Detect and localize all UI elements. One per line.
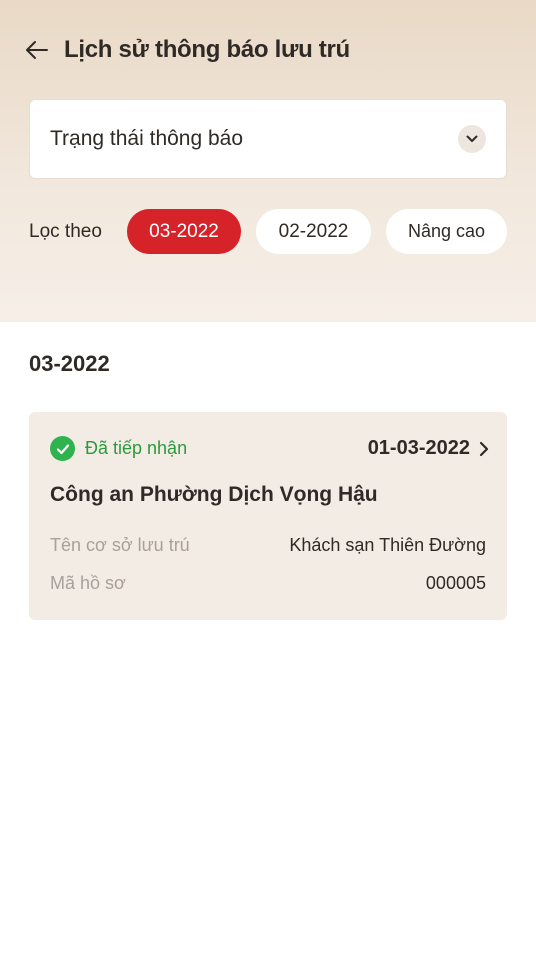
filter-label: Lọc theo bbox=[29, 220, 102, 242]
info-label: Tên cơ sở lưu trú bbox=[50, 535, 190, 555]
status-select-label: Trạng thái thông báo bbox=[50, 127, 244, 150]
page-title: Lịch sử thông báo lưu trú bbox=[64, 36, 350, 63]
card-date: 01-03-2022 bbox=[368, 436, 491, 461]
section-title: 03-2022 bbox=[29, 351, 110, 376]
header: Lịch sử thông báo lưu trú bbox=[24, 30, 350, 70]
filter-chip-03-2022[interactable]: 03-2022 bbox=[127, 209, 241, 254]
card-status: Đã tiếp nhận bbox=[50, 436, 187, 461]
card-office: Công an Phường Dịch Vọng Hậu bbox=[50, 483, 378, 506]
filter-chip-02-2022[interactable]: 02-2022 bbox=[256, 209, 371, 254]
info-label: Mã hồ sơ bbox=[50, 573, 126, 593]
chevron-down-icon bbox=[458, 125, 486, 153]
status-select[interactable]: Trạng thái thông báo bbox=[29, 99, 507, 179]
chevron-right-icon bbox=[479, 441, 491, 457]
info-row-accommodation: Tên cơ sở lưu trú Khách sạn Thiên Đường bbox=[50, 535, 486, 556]
back-button[interactable] bbox=[24, 37, 50, 63]
info-value: 000005 bbox=[425, 573, 486, 593]
info-row-record-code: Mã hồ sơ 000005 bbox=[50, 573, 486, 594]
info-value: Khách sạn Thiên Đường bbox=[289, 535, 486, 555]
arrow-left-icon bbox=[26, 41, 48, 59]
filter-row: Lọc theo 03-2022 02-2022 Nâng cao bbox=[29, 209, 507, 254]
status-badge: Đã tiếp nhận bbox=[85, 438, 188, 458]
check-circle-icon bbox=[50, 436, 75, 461]
card-date-text: 01-03-2022 bbox=[367, 437, 470, 459]
filter-chip-advanced[interactable]: Nâng cao bbox=[386, 209, 507, 254]
page: Lịch sử thông báo lưu trú Trạng thái thô… bbox=[0, 0, 536, 963]
notification-card[interactable]: Đã tiếp nhận 01-03-2022 Công an Phường D… bbox=[29, 412, 507, 620]
